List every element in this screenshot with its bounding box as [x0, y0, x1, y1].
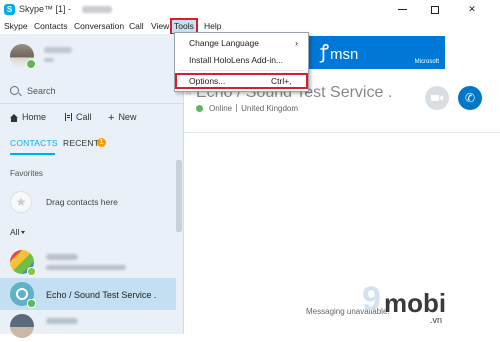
- location-text: United Kingdom: [241, 104, 299, 113]
- menu-item-label: Install HoloLens Add-in...: [189, 55, 284, 65]
- status-text: Online: [209, 104, 233, 113]
- tab-recent[interactable]: RECENT: [63, 138, 99, 148]
- msn-brand: msn: [330, 46, 359, 63]
- dialpad-icon: [65, 113, 72, 121]
- profile-avatar[interactable]: [10, 44, 36, 69]
- watermark-nine: 9: [362, 280, 381, 318]
- menu-item-label: Change Language: [189, 38, 259, 48]
- search-placeholder: Search: [27, 86, 56, 96]
- maximize-button[interactable]: [418, 0, 452, 19]
- 9mobi-watermark: 9 mobi .vn: [362, 282, 498, 330]
- close-icon: ✕: [468, 4, 476, 14]
- search-box[interactable]: Search: [10, 85, 175, 99]
- menu-item-install-hololens[interactable]: Install HoloLens Add-in...: [175, 52, 308, 69]
- contact-avatar: [10, 314, 34, 338]
- call-label: Call: [76, 112, 92, 122]
- new-label: New: [118, 112, 137, 122]
- menu-conversation[interactable]: Conversation: [74, 19, 124, 34]
- drag-contacts-hint: Drag contacts here: [46, 197, 118, 207]
- favorites-heading: Favorites: [10, 169, 43, 178]
- skype-app-icon: S: [4, 4, 15, 15]
- watermark-mobi: mobi: [384, 288, 447, 318]
- video-call-button[interactable]: [425, 86, 449, 110]
- redacted-contact-name: [46, 318, 78, 324]
- title-bar: S Skype™ [1] - ✕: [0, 0, 500, 20]
- active-tab-indicator: [10, 153, 55, 155]
- online-status-icon: [196, 105, 203, 112]
- voice-call-button[interactable]: ✆: [458, 86, 482, 110]
- contact-item[interactable]: [0, 310, 176, 342]
- tab-contacts[interactable]: CONTACTS: [10, 138, 58, 148]
- redacted-profile-mood: [44, 58, 54, 62]
- menu-item-label: Options...: [189, 76, 226, 86]
- redacted-profile-name: [44, 47, 72, 53]
- contacts-scrollbar[interactable]: [176, 160, 182, 232]
- home-button[interactable]: Home: [10, 112, 46, 122]
- minimize-button[interactable]: [385, 0, 419, 19]
- online-status-icon: [27, 299, 36, 308]
- separator: [236, 104, 238, 112]
- msn-butterfly-icon: ꝭ: [320, 42, 330, 63]
- redacted-contact-name: [46, 254, 78, 260]
- menu-item-shortcut: Ctrl+,: [271, 76, 292, 86]
- redacted-username: [82, 6, 112, 13]
- contact-item-echo[interactable]: Echo / Sound Test Service .: [0, 278, 176, 310]
- phone-icon: ✆: [464, 91, 476, 105]
- sidebar: Search Home Call + New CONTACTS RECENT 1 …: [0, 34, 184, 338]
- call-button[interactable]: Call: [65, 112, 92, 122]
- contacts-filter-dropdown[interactable]: All: [10, 227, 26, 237]
- plus-icon: +: [108, 112, 115, 124]
- microsoft-label: Microsoft: [414, 59, 439, 65]
- menu-item-change-language[interactable]: Change Language ›: [175, 35, 308, 52]
- msn-ad-banner[interactable]: ꝭ msn Microsoft: [306, 36, 445, 69]
- online-status-icon: [26, 59, 36, 69]
- new-button[interactable]: + New: [108, 112, 136, 124]
- chevron-right-icon: ›: [295, 38, 298, 48]
- close-button[interactable]: ✕: [455, 0, 489, 19]
- away-status-icon: [27, 267, 36, 276]
- menu-call[interactable]: Call: [129, 19, 144, 34]
- contact-name: Echo / Sound Test Service .: [46, 290, 157, 300]
- chevron-down-icon: [21, 231, 26, 234]
- home-icon: [10, 114, 18, 122]
- menu-view[interactable]: View: [151, 19, 169, 34]
- divider: [184, 132, 500, 133]
- search-icon: [10, 86, 19, 95]
- recent-count-badge: 1: [97, 138, 106, 147]
- home-label: Home: [22, 112, 47, 122]
- tools-menu-dropdown: Change Language › Install HoloLens Add-i…: [174, 32, 309, 92]
- star-icon: ★: [10, 191, 32, 213]
- maximize-icon: [431, 5, 439, 14]
- menu-separator: [179, 70, 304, 71]
- menu-contacts[interactable]: Contacts: [34, 19, 68, 34]
- filter-label: All: [10, 227, 20, 237]
- minimize-icon: [397, 9, 407, 11]
- divider: [0, 103, 183, 104]
- window-title: Skype™ [1] -: [19, 4, 72, 14]
- menu-item-options[interactable]: Options... Ctrl+,: [175, 73, 308, 89]
- menu-skype[interactable]: Skype: [4, 19, 28, 34]
- contact-status-line: Online United Kingdom: [196, 104, 298, 113]
- redacted-contact-mood: [46, 265, 126, 270]
- contact-item[interactable]: [0, 246, 176, 278]
- watermark-vn: .vn: [430, 315, 443, 325]
